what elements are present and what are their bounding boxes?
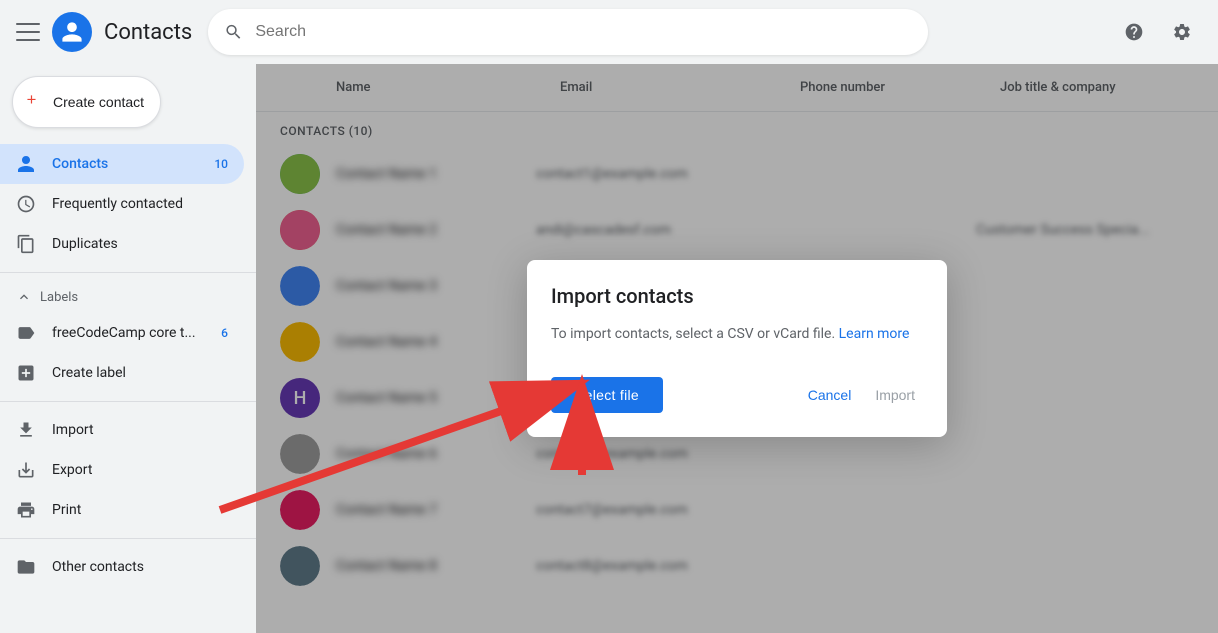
dialog-title: Import contacts <box>551 284 923 308</box>
sidebar-item-create-label[interactable]: Create label <box>0 353 244 393</box>
sidebar-divider-2 <box>0 401 256 402</box>
sidebar-item-export[interactable]: Export <box>0 450 244 490</box>
contacts-label: Contacts <box>52 156 108 172</box>
sidebar-divider-3 <box>0 538 256 539</box>
print-icon <box>16 500 36 520</box>
modal-overlay: Import contacts To import contacts, sele… <box>256 64 1218 633</box>
help-icon <box>1124 22 1144 42</box>
sidebar: + Create contact Contacts 10 Frequently … <box>0 64 256 633</box>
clock-icon <box>16 194 36 214</box>
hamburger-menu[interactable] <box>16 20 40 44</box>
import-label: Import <box>52 422 94 438</box>
plus-icon: + <box>25 90 45 114</box>
settings-icon <box>1172 22 1192 42</box>
sidebar-item-contacts[interactable]: Contacts 10 <box>0 144 244 184</box>
settings-button[interactable] <box>1162 12 1202 52</box>
sidebar-item-import[interactable]: Import <box>0 410 244 450</box>
contacts-badge: 10 <box>214 157 228 171</box>
app-title: Contacts <box>104 20 192 45</box>
sidebar-item-duplicates[interactable]: Duplicates <box>0 224 244 264</box>
topbar-left: Contacts <box>16 12 192 52</box>
freecodecamp-badge: 6 <box>221 326 228 340</box>
sidebar-item-other-contacts[interactable]: Other contacts <box>0 547 244 587</box>
labels-header[interactable]: Labels <box>0 281 256 313</box>
label-icon <box>16 323 36 343</box>
create-label-icon <box>16 363 36 383</box>
learn-more-link[interactable]: Learn more <box>839 326 910 342</box>
sidebar-item-freecodecamp[interactable]: freeCodeCamp core t... 6 <box>0 313 244 353</box>
import-icon <box>16 420 36 440</box>
person-icon <box>16 154 36 174</box>
dialog-body: To import contacts, select a CSV or vCar… <box>551 324 923 345</box>
other-contacts-label: Other contacts <box>52 559 144 575</box>
sidebar-item-frequently-contacted[interactable]: Frequently contacted <box>0 184 244 224</box>
search-input[interactable] <box>255 23 912 41</box>
sidebar-divider-1 <box>0 272 256 273</box>
help-button[interactable] <box>1114 12 1154 52</box>
sidebar-item-print[interactable]: Print <box>0 490 244 530</box>
cancel-button[interactable]: Cancel <box>800 377 860 413</box>
topbar-right <box>1114 12 1202 52</box>
select-file-button[interactable]: Select file <box>551 377 663 413</box>
print-label: Print <box>52 502 81 518</box>
labels-header-text: Labels <box>40 290 78 305</box>
chevron-up-icon <box>16 289 32 305</box>
topbar: Contacts <box>0 0 1218 64</box>
import-contacts-dialog: Import contacts To import contacts, sele… <box>527 260 947 437</box>
copy-icon <box>16 234 36 254</box>
import-button[interactable]: Import <box>867 377 923 413</box>
search-icon <box>224 22 243 42</box>
content-area: Name Email Phone number Job title & comp… <box>256 64 1218 633</box>
dialog-actions: Select file Cancel Import <box>551 377 923 413</box>
export-icon <box>16 460 36 480</box>
create-contact-button[interactable]: + Create contact <box>12 76 161 128</box>
dialog-body-text: To import contacts, select a CSV or vCar… <box>551 326 835 342</box>
export-label: Export <box>52 462 92 478</box>
create-label-text: Create label <box>52 365 126 381</box>
duplicates-label: Duplicates <box>52 236 118 252</box>
search-bar[interactable] <box>208 9 928 55</box>
other-contacts-icon <box>16 557 36 577</box>
app-icon <box>52 12 92 52</box>
frequently-contacted-label: Frequently contacted <box>52 196 183 212</box>
svg-text:+: + <box>27 90 37 109</box>
freecodecamp-label: freeCodeCamp core t... <box>52 325 196 341</box>
create-contact-label: Create contact <box>53 94 144 110</box>
main-layout: + Create contact Contacts 10 Frequently … <box>0 64 1218 633</box>
